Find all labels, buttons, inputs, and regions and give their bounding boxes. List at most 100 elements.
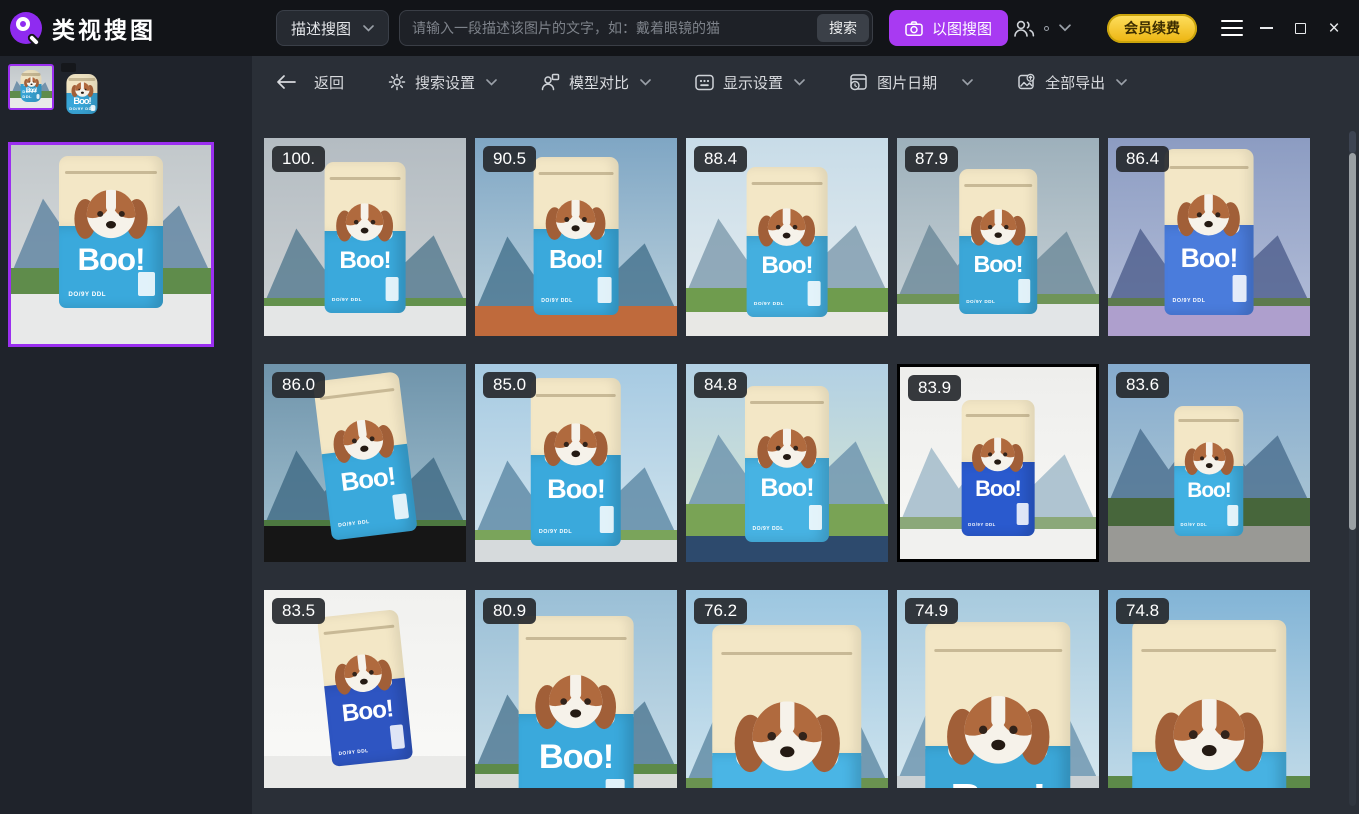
scrollbar-thumb[interactable]: [1349, 153, 1356, 530]
dog-illustration: [969, 430, 1027, 475]
package-subtitle-text: DO/9Y DDL: [68, 291, 106, 298]
display-settings-icon: [695, 74, 714, 91]
image-date-dropdown[interactable]: 图片日期: [849, 72, 973, 93]
dog-food-package: Boo! DO/9Y DDL: [745, 386, 829, 542]
similarity-score-badge: 74.8: [1116, 598, 1169, 624]
dog-illustration: [967, 201, 1029, 249]
dog-food-package: Boo!DO/9Y DDL: [519, 616, 634, 788]
result-card[interactable]: 88.4 Boo! DO/9Y DDL: [686, 138, 888, 336]
result-card[interactable]: 83.5 Boo!DO/9Y DDL: [264, 590, 466, 788]
app-logo-icon: [10, 12, 42, 44]
back-label: 返回: [314, 72, 344, 93]
dog-food-package: Boo!DO/9Y DDL: [959, 169, 1037, 313]
dog-illustration: [753, 420, 820, 472]
topbar-right: 会员续费 ×: [1012, 14, 1347, 43]
dog-illustration: [23, 75, 40, 88]
result-card[interactable]: 74.8 Boo!DO/9Y DDL: [1108, 590, 1310, 788]
chevron-down-icon: [962, 79, 973, 86]
result-card[interactable]: 83.9 Boo!DO/9Y DDL: [897, 364, 1099, 562]
similarity-score-badge: 86.4: [1116, 146, 1169, 172]
export-all-label: 全部导出: [1045, 72, 1105, 93]
account-menu[interactable]: [1012, 19, 1071, 38]
package-brand-text: Boo!: [745, 476, 829, 501]
package-brand-text: Boo!: [959, 253, 1037, 276]
search-input[interactable]: [399, 10, 873, 46]
similarity-score-badge: 86.0: [272, 372, 325, 398]
similarity-score-badge: 85.0: [483, 372, 536, 398]
package-subtitle-text: DO/9Y DDL: [753, 526, 784, 532]
users-icon: [1012, 19, 1036, 38]
package-brand-text: Boo!: [747, 254, 828, 278]
search-mode-dropdown[interactable]: 描述搜图: [276, 10, 389, 46]
export-all-dropdown[interactable]: 全部导出: [1017, 72, 1127, 93]
query-sidebar: Boo!DO/9Y DDL Boo!DO/9Y DDL Boo!DO/9Y DD…: [0, 56, 252, 814]
query-thumbnail-cutout[interactable]: Boo!DO/9Y DDL: [63, 64, 101, 116]
similarity-score-badge: 88.4: [694, 146, 747, 172]
export-all-icon: [1017, 73, 1036, 91]
similarity-score-badge: 87.9: [905, 146, 958, 172]
menu-button[interactable]: [1219, 15, 1245, 41]
result-card[interactable]: 100. Boo!DO/9Y DDL: [264, 138, 466, 336]
image-date-label: 图片日期: [877, 72, 937, 93]
result-card[interactable]: 85.0 Boo!DO/9Y DDL: [475, 364, 677, 562]
display-settings-dropdown[interactable]: 显示设置: [695, 72, 805, 93]
similarity-score-badge: 74.9: [905, 598, 958, 624]
maximize-icon: [1295, 23, 1306, 34]
package-brand-text: Boo!: [1132, 786, 1286, 788]
dog-food-package: Boo!DO/9Y DDL: [962, 400, 1035, 535]
membership-renew-button[interactable]: 会员续费: [1107, 14, 1197, 43]
similarity-score-badge: 84.8: [694, 372, 747, 398]
result-card[interactable]: 84.8 Boo! DO/9Y DDL: [686, 364, 888, 562]
dog-food-package: Boo!DO/9Y DDL: [317, 609, 413, 767]
result-card[interactable]: 86.0 Boo!DO/9Y DDL: [264, 364, 466, 562]
package-brand-text: Boo!: [1165, 245, 1254, 272]
package-subtitle-text: DO/9Y DDL: [541, 298, 573, 304]
dog-illustration: [530, 663, 622, 735]
dog-food-package: Boo!DO/9Y DDL: [66, 74, 97, 114]
result-card[interactable]: 83.6 Boo!DO/9Y DDL: [1108, 364, 1310, 562]
similarity-score-badge: 76.2: [694, 598, 747, 624]
app-title: 类视搜图: [52, 11, 156, 45]
search-button[interactable]: 搜索: [817, 14, 869, 42]
results-panel: 返回 搜索设置 模型对比 显示设置 图片日期: [252, 56, 1359, 814]
package-brand-text: Boo!: [59, 244, 163, 275]
results-grid: 100. Boo!DO/9Y DDL 90.5 Boo!DO/9Y DDL 88…: [264, 138, 1359, 788]
app-window: 类视搜图 描述搜图 搜索 以图搜图 会员续费 ×: [0, 0, 1359, 814]
similarity-score-badge: 83.9: [908, 375, 961, 401]
result-card[interactable]: 90.5 Boo!DO/9Y DDL: [475, 138, 677, 336]
back-button[interactable]: 返回: [276, 72, 344, 93]
chevron-down-icon: [794, 79, 805, 86]
minimize-button[interactable]: [1253, 15, 1279, 41]
image-search-button[interactable]: 以图搜图: [889, 10, 1008, 46]
dog-illustration: [542, 191, 610, 244]
result-card[interactable]: 87.9 Boo!DO/9Y DDL: [897, 138, 1099, 336]
result-card[interactable]: 80.9 Boo!DO/9Y DDL: [475, 590, 677, 788]
search-box: 搜索: [399, 10, 873, 46]
close-button[interactable]: ×: [1321, 15, 1347, 41]
close-icon: ×: [1328, 19, 1339, 38]
dog-illustration: [69, 179, 152, 244]
package-subtitle-text: DO/9Y DDL: [754, 302, 784, 307]
maximize-button[interactable]: [1287, 15, 1313, 41]
result-card[interactable]: 76.2 Boo!DO/9Y DDL: [686, 590, 888, 788]
dog-illustration: [70, 79, 95, 98]
package-subtitle-text: DO/9Y DDL: [338, 519, 370, 529]
image-search-label: 以图搜图: [932, 18, 992, 39]
model-compare-dropdown[interactable]: 模型对比: [541, 72, 651, 93]
query-thumbnail-selected[interactable]: Boo!DO/9Y DDL: [8, 64, 54, 110]
format-badge: [61, 63, 76, 72]
scrollbar-nub: [1349, 131, 1356, 153]
dog-illustration: [333, 195, 398, 245]
dog-illustration: [755, 200, 820, 250]
package-brand-text: Boo!: [325, 249, 406, 273]
image-date-icon: [849, 73, 868, 91]
search-settings-dropdown[interactable]: 搜索设置: [388, 72, 497, 93]
dog-food-package: Boo!DO/9Y DDL: [1174, 406, 1243, 535]
dog-food-package: Boo!DO/9Y DDL: [531, 378, 621, 547]
minimize-icon: [1260, 27, 1273, 29]
dog-illustration: [1181, 435, 1237, 478]
result-card[interactable]: 74.9 Boo!DO/9Y DDL: [897, 590, 1099, 788]
dog-illustration: [328, 643, 398, 700]
result-card[interactable]: 86.4 Boo!DO/9Y DDL: [1108, 138, 1310, 336]
package-brand-text: Boo!: [326, 696, 409, 729]
